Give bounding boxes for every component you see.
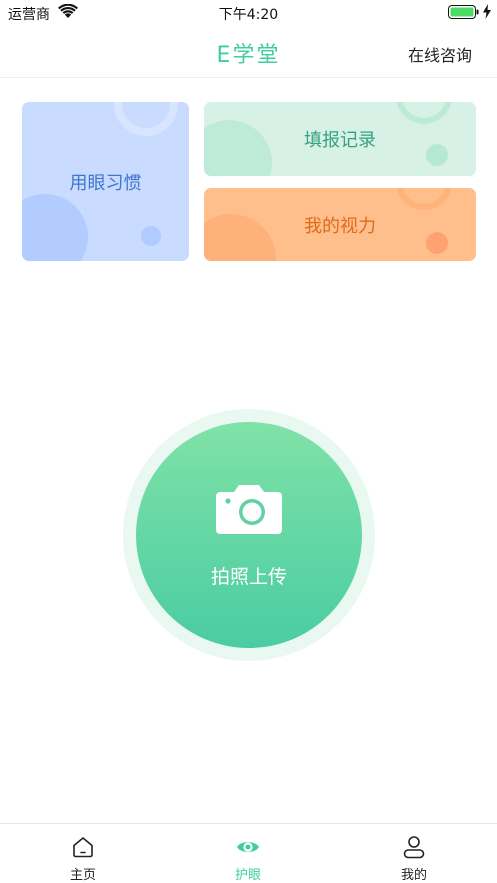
report-record-card[interactable]: 填报记录: [204, 102, 476, 176]
photo-upload-button[interactable]: 拍照上传: [136, 422, 362, 648]
eye-icon: [237, 842, 259, 852]
photo-upload-label: 拍照上传: [210, 566, 287, 588]
status-bar: 运营商 下午4:20: [0, 0, 497, 26]
tab-mine-label: 我的: [400, 868, 427, 883]
charging-icon: [483, 4, 491, 19]
user-icon: [403, 836, 425, 859]
tab-home-label: 主页: [69, 868, 96, 883]
tab-mine[interactable]: 我的: [364, 824, 464, 883]
tab-eye-care[interactable]: 护眼: [198, 824, 298, 883]
tab-home[interactable]: 主页: [33, 824, 133, 883]
my-vision-card[interactable]: 我的视力: [204, 188, 476, 261]
eye-habit-card[interactable]: 用眼习惯: [22, 102, 189, 261]
camera-icon: [216, 485, 282, 534]
report-record-label: 填报记录: [304, 130, 376, 151]
status-time: 下午4:20: [218, 7, 279, 23]
tab-eye-care-label: 护眼: [234, 868, 261, 883]
bottom-tab-bar: 主页 护眼 我的: [0, 823, 497, 883]
header: E学堂 在线咨询: [0, 26, 497, 78]
eye-habit-label: 用眼习惯: [69, 172, 142, 194]
online-consult-button[interactable]: 在线咨询: [408, 42, 472, 66]
my-vision-label: 我的视力: [304, 215, 376, 237]
battery-icon: [448, 5, 479, 19]
home-icon: [73, 837, 93, 858]
